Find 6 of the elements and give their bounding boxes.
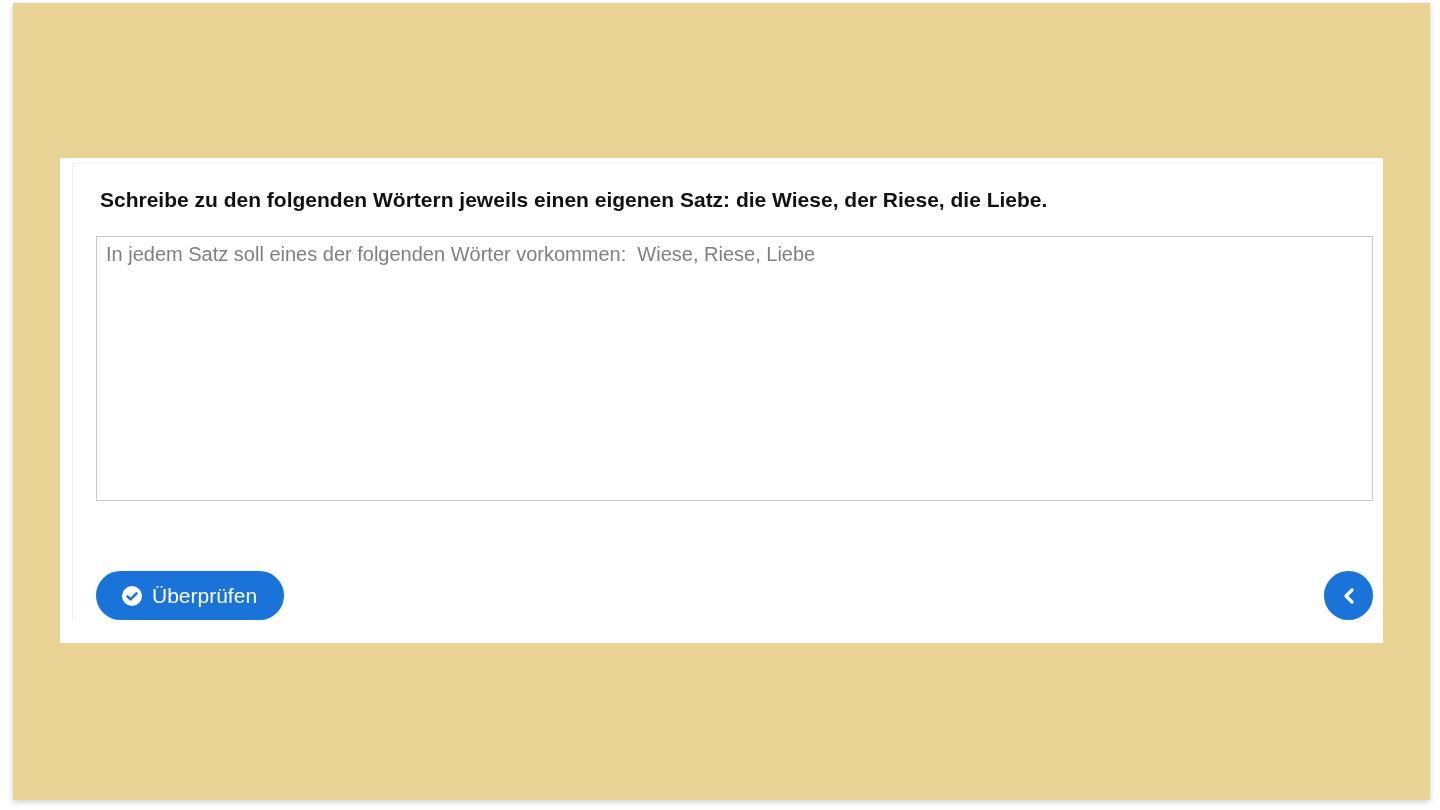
check-button[interactable]: Überprüfen (96, 571, 285, 620)
chevron-left-icon (1342, 586, 1355, 605)
answer-field[interactable]: In jedem Satz soll eines der folgenden Wörter vorkommen: Wiese, Riese, Liebe (96, 236, 1373, 501)
question-text: Schreibe zu den folgenden Wörtern jeweils einen eigenen Satz: die Wiese, der Riese, die Liebe. (100, 188, 1049, 212)
back-button[interactable] (1324, 571, 1373, 620)
check-circle-icon (122, 585, 142, 606)
